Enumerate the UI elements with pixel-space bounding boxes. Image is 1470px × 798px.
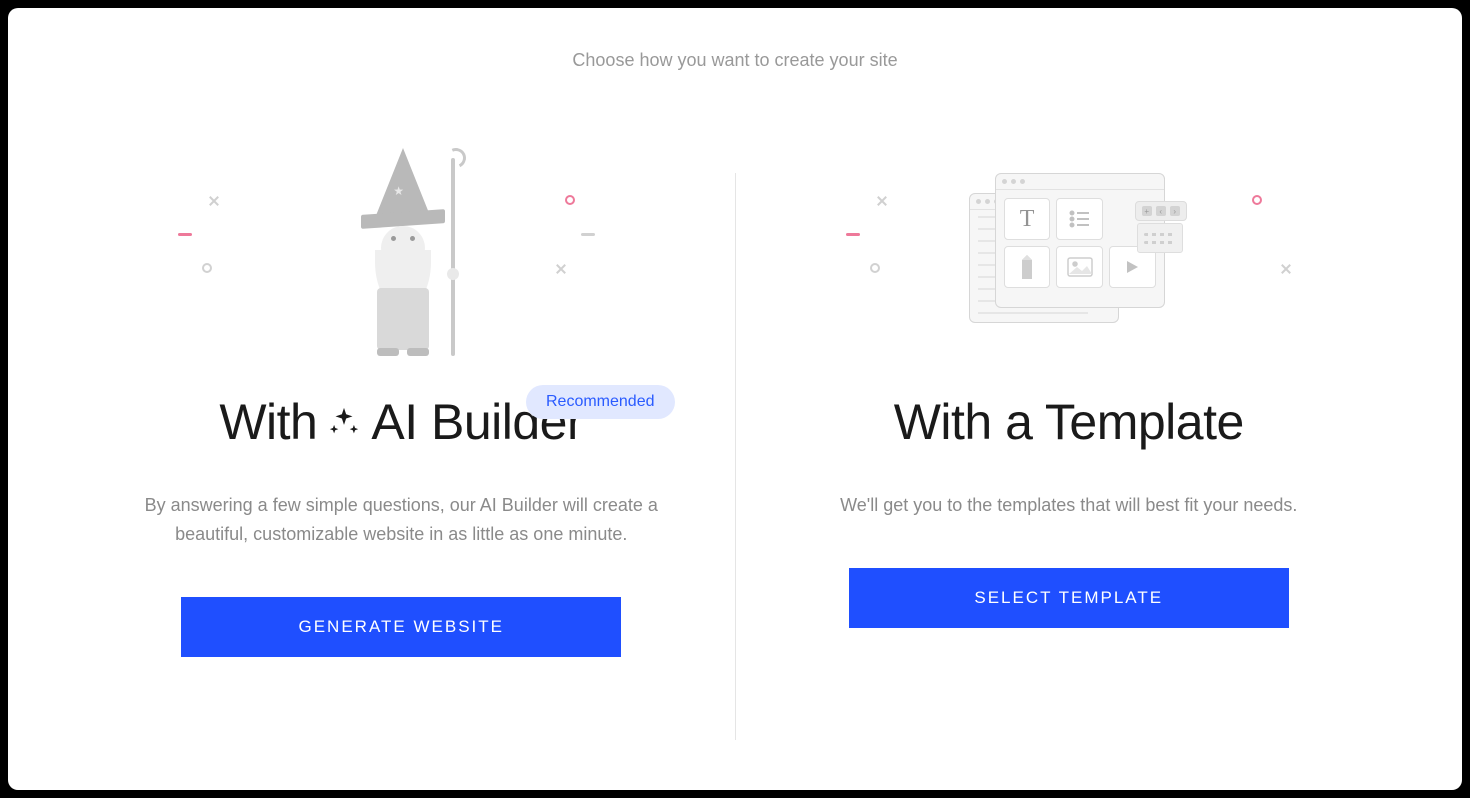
decor-circle-icon	[202, 263, 212, 273]
template-title-row: With a Template	[776, 393, 1363, 451]
decor-x-icon	[1280, 263, 1292, 275]
nav-chip-icon: +‹›	[1135, 201, 1187, 221]
ai-description: By answering a few simple questions, our…	[121, 491, 681, 549]
ai-title-prefix: With	[219, 393, 317, 451]
decor-circle-icon	[870, 263, 880, 273]
choice-panel: Choose how you want to create your site …	[8, 8, 1462, 790]
decor-circle-icon	[1252, 195, 1262, 205]
list-tile-icon	[1056, 198, 1103, 240]
options-row: ★ Recommended With	[68, 133, 1402, 740]
decor-x-icon	[555, 263, 567, 275]
generate-website-button[interactable]: GENERATE WEBSITE	[181, 597, 621, 657]
ai-illustration-zone: ★	[108, 133, 695, 373]
sparkle-icon	[327, 405, 361, 439]
image-tile-icon	[1056, 246, 1103, 288]
option-template: T	[736, 133, 1403, 740]
recommended-badge: Recommended	[526, 385, 675, 419]
header-subtitle: Choose how you want to create your site	[572, 48, 897, 73]
template-description: We'll get you to the templates that will…	[840, 491, 1297, 520]
ai-title-row: Recommended With AI Builder	[108, 393, 695, 451]
template-title: With a Template	[894, 393, 1244, 451]
pencil-tile-icon	[1004, 246, 1051, 288]
text-tile-icon: T	[1004, 198, 1051, 240]
decor-dash-icon	[581, 233, 595, 236]
select-template-button[interactable]: SELECT TEMPLATE	[849, 568, 1289, 628]
wizard-icon: ★	[331, 148, 471, 358]
decor-dash-icon	[178, 233, 192, 236]
template-illustration-zone: T	[776, 133, 1363, 373]
option-ai-builder: ★ Recommended With	[68, 133, 735, 740]
decor-dash-icon	[846, 233, 860, 236]
wave-chip-icon	[1137, 223, 1183, 253]
decor-x-icon	[208, 195, 220, 207]
decor-x-icon	[876, 195, 888, 207]
template-window-icon: T	[969, 173, 1169, 333]
decor-circle-icon	[565, 195, 575, 205]
